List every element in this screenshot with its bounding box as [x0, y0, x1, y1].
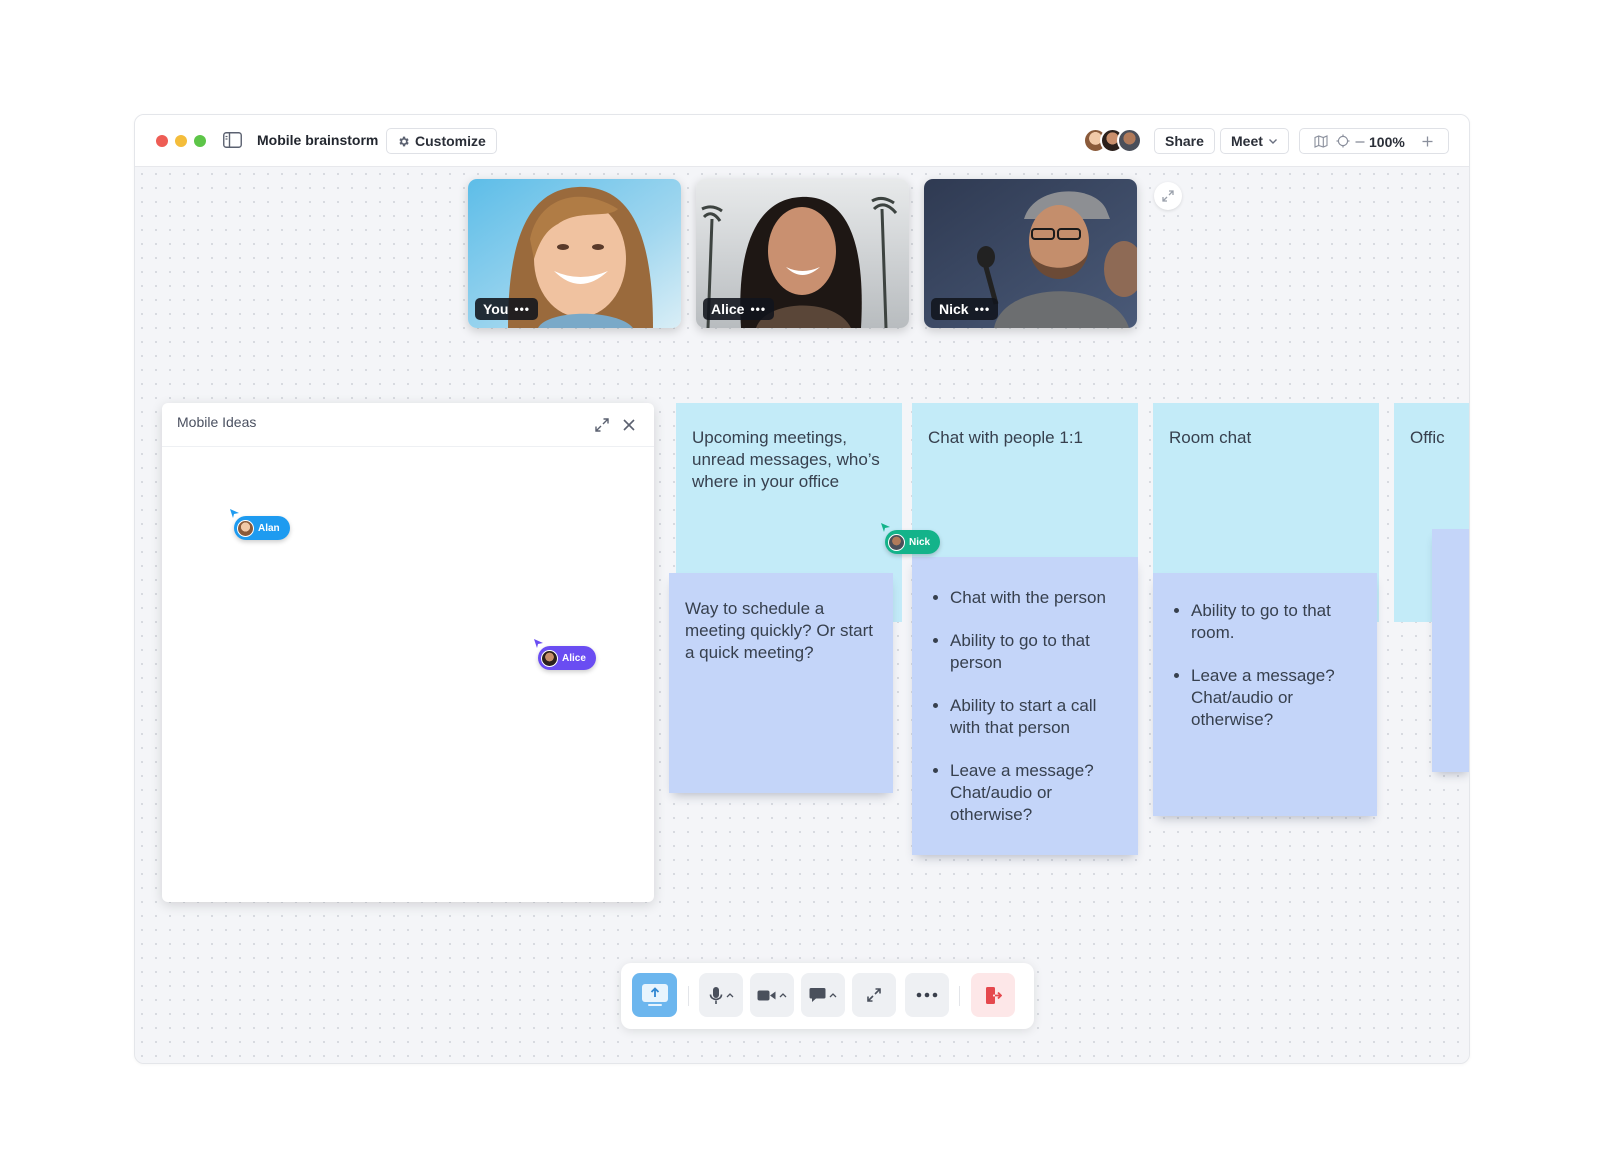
chevron-up-icon [829, 993, 837, 998]
expand-icon[interactable] [594, 417, 610, 433]
chat-button[interactable] [801, 973, 845, 1017]
more-options-button[interactable] [905, 973, 949, 1017]
call-toolbar [621, 963, 1034, 1029]
minimize-window-button[interactable] [175, 135, 187, 147]
share-screen-button[interactable] [632, 973, 677, 1017]
panel-header: Mobile Ideas [162, 403, 654, 447]
participant-avatars[interactable] [1083, 128, 1143, 154]
panel-title: Mobile Ideas [177, 414, 257, 430]
camera-button[interactable] [750, 973, 794, 1017]
map-icon[interactable] [1314, 135, 1328, 148]
board-title: Mobile brainstorm [257, 132, 379, 148]
participant-name: Nick [939, 301, 969, 317]
target-icon[interactable] [1336, 134, 1350, 148]
participant-name: Alice [711, 301, 745, 317]
microphone-button[interactable] [699, 973, 743, 1017]
leave-call-button[interactable] [971, 973, 1015, 1017]
cursor-name: Alan [258, 522, 280, 534]
video-camera-icon [757, 990, 776, 1000]
sticky-text: Room chat [1169, 428, 1252, 447]
expand-videos-button[interactable] [1154, 182, 1182, 210]
divider [959, 986, 960, 1006]
video-tile-you[interactable]: You ••• [468, 179, 681, 328]
cursor-label: Nick [885, 530, 941, 554]
customize-button[interactable]: Customize [386, 128, 497, 154]
avatar [888, 533, 905, 551]
sticky-list: Chat with the person Ability to go to th… [928, 587, 1122, 826]
list-item: Ability to go to that person [950, 630, 1122, 674]
cursor-name: Nick [909, 536, 931, 548]
list-item: Ability to go to that room. [1191, 600, 1361, 644]
view-controls: 100% [1299, 128, 1449, 154]
fullscreen-button[interactable] [852, 973, 896, 1017]
sticky-note[interactable]: Way to schedule a meeting quickly? Or st… [669, 573, 893, 793]
avatar [237, 519, 254, 537]
list-item: Ability to start a call with that person [950, 695, 1122, 739]
title-bar: Mobile brainstorm Customize Share Meet 1… [135, 115, 1469, 167]
ellipsis-icon: ••• [514, 302, 531, 316]
expand-icon [1162, 190, 1174, 202]
cursor-label: Alan [234, 516, 290, 540]
sticky-note[interactable]: Chat with the person Ability to go to th… [912, 557, 1138, 855]
participant-name: You [483, 301, 509, 317]
app-window: Mobile brainstorm Customize Share Meet 1… [134, 114, 1470, 1064]
cursor-label: Alice [538, 646, 596, 670]
chevron-down-icon [1268, 139, 1277, 144]
list-item: Leave a message? Chat/audio or otherwise… [1191, 665, 1361, 731]
upload-icon [641, 984, 668, 1006]
chat-bubble-icon [809, 988, 826, 1002]
sticky-text: Way to schedule a meeting quickly? Or st… [685, 599, 874, 662]
plus-icon[interactable] [1422, 136, 1433, 147]
minus-icon[interactable] [1355, 137, 1365, 147]
sticky-text: Offic [1410, 428, 1445, 447]
cursor-name: Alice [562, 652, 586, 664]
microphone-icon [709, 986, 722, 1004]
customize-label: Customize [415, 133, 486, 149]
sidebar-icon[interactable] [223, 132, 242, 148]
sticky-list: Ability to go to that room. Leave a mess… [1169, 600, 1361, 731]
list-item: Leave a message? Chat/audio or otherwise… [950, 760, 1122, 826]
meet-label: Meet [1231, 133, 1263, 149]
mobile-ideas-panel[interactable]: Mobile Ideas Alan Alice [162, 403, 654, 902]
expand-icon [867, 988, 881, 1002]
close-window-button[interactable] [156, 135, 168, 147]
sticky-text: Upcoming meetings, unread messages, who’… [692, 428, 880, 491]
leave-door-icon [985, 986, 1002, 1004]
participant-name-tag[interactable]: You ••• [475, 298, 539, 320]
video-tile-alice[interactable]: Alice ••• [696, 179, 909, 328]
divider [688, 986, 689, 1006]
chevron-up-icon [779, 993, 787, 998]
chevron-up-icon [726, 993, 733, 998]
whiteboard-canvas[interactable]: You ••• Alice ••• Nick ••• Mobile Ideas … [135, 167, 1469, 1063]
meet-button[interactable]: Meet [1220, 128, 1289, 154]
close-icon[interactable] [621, 417, 637, 433]
ellipsis-icon: ••• [974, 302, 991, 316]
sticky-note[interactable] [1432, 529, 1469, 772]
participant-name-tag[interactable]: Nick ••• [931, 298, 999, 320]
avatar [1117, 128, 1142, 153]
sticky-text: Chat with people 1:1 [928, 428, 1083, 447]
maximize-window-button[interactable] [194, 135, 206, 147]
ellipsis-icon: ••• [750, 302, 767, 316]
participant-name-tag[interactable]: Alice ••• [703, 298, 775, 320]
list-item: Chat with the person [950, 587, 1122, 609]
zoom-level: 100% [1369, 134, 1405, 150]
gear-icon [399, 136, 409, 146]
video-tile-nick[interactable]: Nick ••• [924, 179, 1137, 328]
avatar [541, 649, 558, 667]
share-label: Share [1165, 133, 1204, 149]
ellipsis-icon [916, 992, 938, 998]
share-button[interactable]: Share [1154, 128, 1215, 154]
sticky-note[interactable]: Ability to go to that room. Leave a mess… [1153, 573, 1377, 816]
